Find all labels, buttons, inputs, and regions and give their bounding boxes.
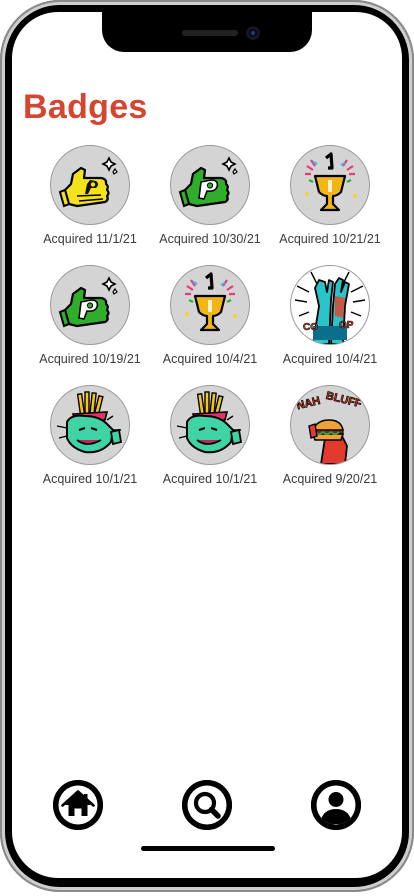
- badge-caption: Acquired 10/30/21: [159, 232, 261, 246]
- profile-icon: [311, 780, 361, 830]
- svg-text:OP: OP: [339, 320, 354, 331]
- burger-nah-bluff-badge-icon: NAH BLUFF: [290, 385, 370, 465]
- badge-caption: Acquired 10/4/21: [162, 352, 258, 366]
- badge-item[interactable]: CO OP Acquired 10/4/21: [270, 262, 390, 382]
- badge-caption: Acquired 10/19/21: [39, 352, 141, 366]
- badge-caption: Acquired 10/1/21: [42, 472, 138, 486]
- badge-item[interactable]: Acquired 10/19/21: [30, 262, 150, 382]
- thumbs-up-green-badge-icon: [170, 145, 250, 225]
- badge-item[interactable]: Acquired 10/21/21: [270, 142, 390, 262]
- high-five-coop-badge-icon: CO OP: [290, 265, 370, 345]
- tab-bar: [12, 772, 402, 832]
- svg-text:BLUFF: BLUFF: [325, 390, 363, 410]
- fries-eater-badge-icon: [170, 385, 250, 465]
- tab-home[interactable]: [53, 780, 103, 830]
- home-icon: [53, 780, 103, 830]
- device: Badges Acquired 11/1/21 Acquired 10/30/2…: [0, 0, 414, 896]
- badge-item[interactable]: Acquired 11/1/21: [30, 142, 150, 262]
- badge-item[interactable]: Acquired 10/30/21: [150, 142, 270, 262]
- badge-caption: Acquired 10/4/21: [282, 352, 378, 366]
- page-title: Badges: [23, 88, 148, 126]
- thumbs-up-green-badge-icon: [50, 265, 130, 345]
- thumbs-up-yellow-badge-icon: [50, 145, 130, 225]
- svg-text:CO: CO: [303, 322, 318, 333]
- search-icon: [182, 780, 232, 830]
- badge-item[interactable]: Acquired 10/4/21: [150, 262, 270, 382]
- badge-caption: Acquired 11/1/21: [43, 232, 137, 246]
- tab-profile[interactable]: [311, 780, 361, 830]
- trophy-badge-icon: [170, 265, 250, 345]
- badge-caption: Acquired 10/1/21: [162, 472, 258, 486]
- badge-item[interactable]: NAH BLUFF Acquired 9/20/21: [270, 382, 390, 502]
- screen: Badges Acquired 11/1/21 Acquired 10/30/2…: [12, 12, 402, 878]
- badge-item[interactable]: Acquired 10/1/21: [150, 382, 270, 502]
- badge-caption: Acquired 10/21/21: [279, 232, 381, 246]
- speaker-grille: [182, 30, 238, 36]
- badge-grid: Acquired 11/1/21 Acquired 10/30/21 Acqui…: [30, 142, 390, 502]
- svg-text:NAH: NAH: [295, 395, 321, 412]
- home-indicator[interactable]: [141, 846, 275, 851]
- notch: [102, 12, 312, 52]
- badge-item[interactable]: Acquired 10/1/21: [30, 382, 150, 502]
- badge-caption: Acquired 9/20/21: [282, 472, 378, 486]
- trophy-badge-icon: [290, 145, 370, 225]
- phone-frame: Badges Acquired 11/1/21 Acquired 10/30/2…: [0, 0, 414, 892]
- fries-eater-badge-icon: [50, 385, 130, 465]
- front-camera-icon: [246, 26, 260, 40]
- tab-search[interactable]: [182, 780, 232, 830]
